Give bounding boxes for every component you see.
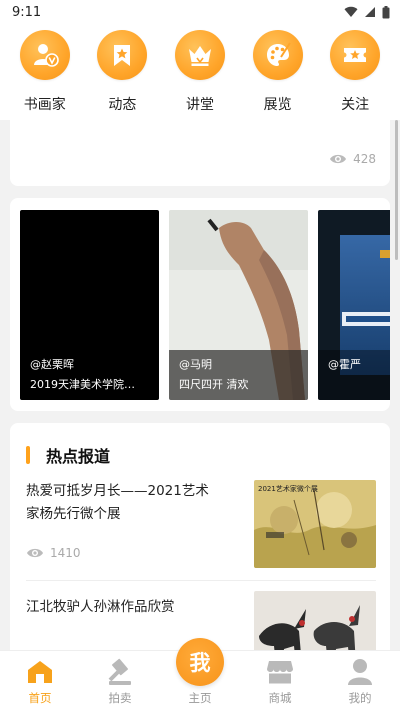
thumbnail-caption: 2021艺术家微个展	[258, 485, 318, 493]
news-item[interactable]: 热爱可抵岁月长——2021艺术家杨先行微个展 1410 2021艺术家微个展	[26, 480, 376, 580]
category-lecture[interactable]: 讲堂	[167, 24, 233, 120]
center-profile-button[interactable]: 我	[176, 638, 224, 686]
view-count: 1410	[26, 546, 81, 560]
section-accent-bar	[26, 446, 30, 464]
video-title: 四尺四开 清欢	[179, 378, 249, 391]
nav-auction[interactable]: 拍卖	[85, 651, 155, 712]
nav-mine[interactable]: 我的	[325, 651, 395, 712]
category-artist[interactable]: 书画家	[12, 24, 78, 120]
store-icon	[265, 657, 295, 687]
nav-label: 商城	[268, 691, 292, 705]
video-title: 2019天津美术学院…	[30, 378, 135, 391]
video-author: @赵栗晖	[30, 358, 74, 371]
video-item[interactable]: @霍严	[318, 210, 390, 400]
crown-icon	[174, 30, 225, 80]
view-count-value: 428	[353, 152, 376, 166]
video-carousel: @赵栗晖 2019天津美术学院… @马明 四尺四开 清欢 @霍严	[10, 198, 390, 411]
artist-icon	[19, 30, 70, 80]
divider	[26, 580, 376, 581]
category-label: 讲堂	[185, 97, 214, 113]
video-author: @霍严	[328, 358, 361, 371]
eye-icon	[330, 154, 347, 164]
signal-icon	[365, 7, 375, 17]
category-nav: 书画家 动态 讲堂 展览 关注	[0, 24, 400, 120]
wifi-icon	[344, 6, 358, 18]
video-author: @马明	[179, 358, 212, 371]
status-icons	[344, 5, 390, 19]
video-strip: @赵栗晖 2019天津美术学院… @马明 四尺四开 清欢 @霍严	[20, 210, 390, 400]
article-card[interactable]: 428	[10, 120, 390, 186]
category-news[interactable]: 动态	[89, 24, 155, 120]
news-title: 江北牧驴人孙淋作品欣赏	[26, 599, 175, 615]
status-time: 9:11	[12, 4, 42, 20]
section-title: 热点报道	[46, 447, 111, 466]
home-icon	[25, 657, 55, 687]
bookmark-star-icon	[97, 30, 148, 80]
section-header: 热点报道	[26, 443, 110, 467]
battery-icon	[382, 5, 390, 18]
nav-label: 主页	[188, 691, 212, 705]
view-count: 428	[329, 152, 376, 166]
category-label: 书画家	[23, 97, 66, 113]
gavel-icon	[105, 657, 135, 687]
category-follow[interactable]: 关注	[322, 24, 388, 120]
nav-mall[interactable]: 商城	[245, 651, 315, 712]
news-title: 热爱可抵岁月长——2021艺术家杨先行微个展	[26, 483, 209, 522]
video-item[interactable]: @马明 四尺四开 清欢	[169, 210, 308, 400]
palette-icon	[252, 30, 303, 80]
user-icon	[345, 657, 375, 687]
news-thumbnail: 2021艺术家微个展	[254, 480, 376, 568]
nav-label: 拍卖	[108, 691, 132, 705]
category-exhibition[interactable]: 展览	[245, 24, 311, 120]
nav-home[interactable]: 首页	[5, 651, 75, 712]
nav-label: 我的	[348, 691, 372, 705]
ticket-star-icon	[330, 30, 381, 80]
nav-label: 首页	[28, 691, 52, 705]
scrollbar[interactable]	[395, 120, 398, 260]
category-label: 展览	[263, 97, 292, 113]
status-bar: 9:11	[0, 0, 400, 24]
view-count-value: 1410	[50, 546, 81, 560]
video-item[interactable]: @赵栗晖 2019天津美术学院…	[20, 210, 159, 400]
eye-icon	[27, 548, 43, 558]
category-label: 关注	[341, 97, 370, 113]
category-label: 动态	[108, 97, 137, 113]
